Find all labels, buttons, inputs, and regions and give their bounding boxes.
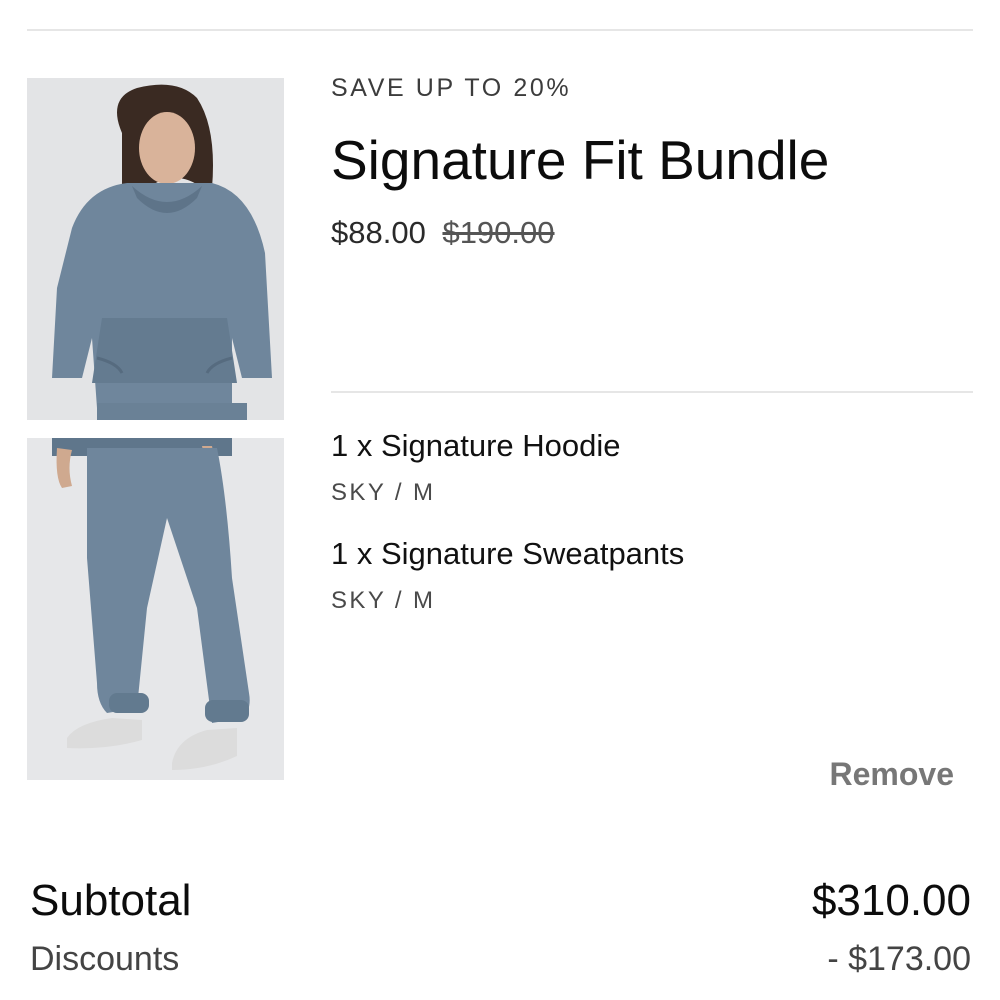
top-divider — [27, 29, 973, 31]
subtotal-label: Subtotal — [30, 876, 192, 925]
promo-label: SAVE UP TO 20% — [331, 74, 572, 102]
original-price: $190.00 — [442, 215, 555, 250]
sweatpants-image — [27, 438, 284, 780]
bundle-item-variant: SKY / M — [331, 479, 436, 506]
bundle-item-name: 1 x Signature Sweatpants — [331, 536, 685, 571]
discounts-value: - $173.00 — [827, 940, 971, 978]
bundle-item-name: 1 x Signature Hoodie — [331, 428, 621, 463]
section-divider — [331, 391, 973, 393]
price-row: $88.00 $190.00 — [331, 215, 555, 251]
bundle-item-variant: SKY / M — [331, 587, 436, 614]
product-image-sweatpants[interactable] — [27, 438, 284, 780]
sale-price: $88.00 — [331, 215, 426, 250]
discounts-label: Discounts — [30, 940, 180, 978]
subtotal-value: $310.00 — [811, 876, 971, 925]
product-image-hoodie[interactable] — [27, 78, 284, 420]
remove-button[interactable]: Remove — [830, 756, 955, 793]
hoodie-image — [27, 78, 284, 420]
product-title[interactable]: Signature Fit Bundle — [331, 128, 829, 192]
